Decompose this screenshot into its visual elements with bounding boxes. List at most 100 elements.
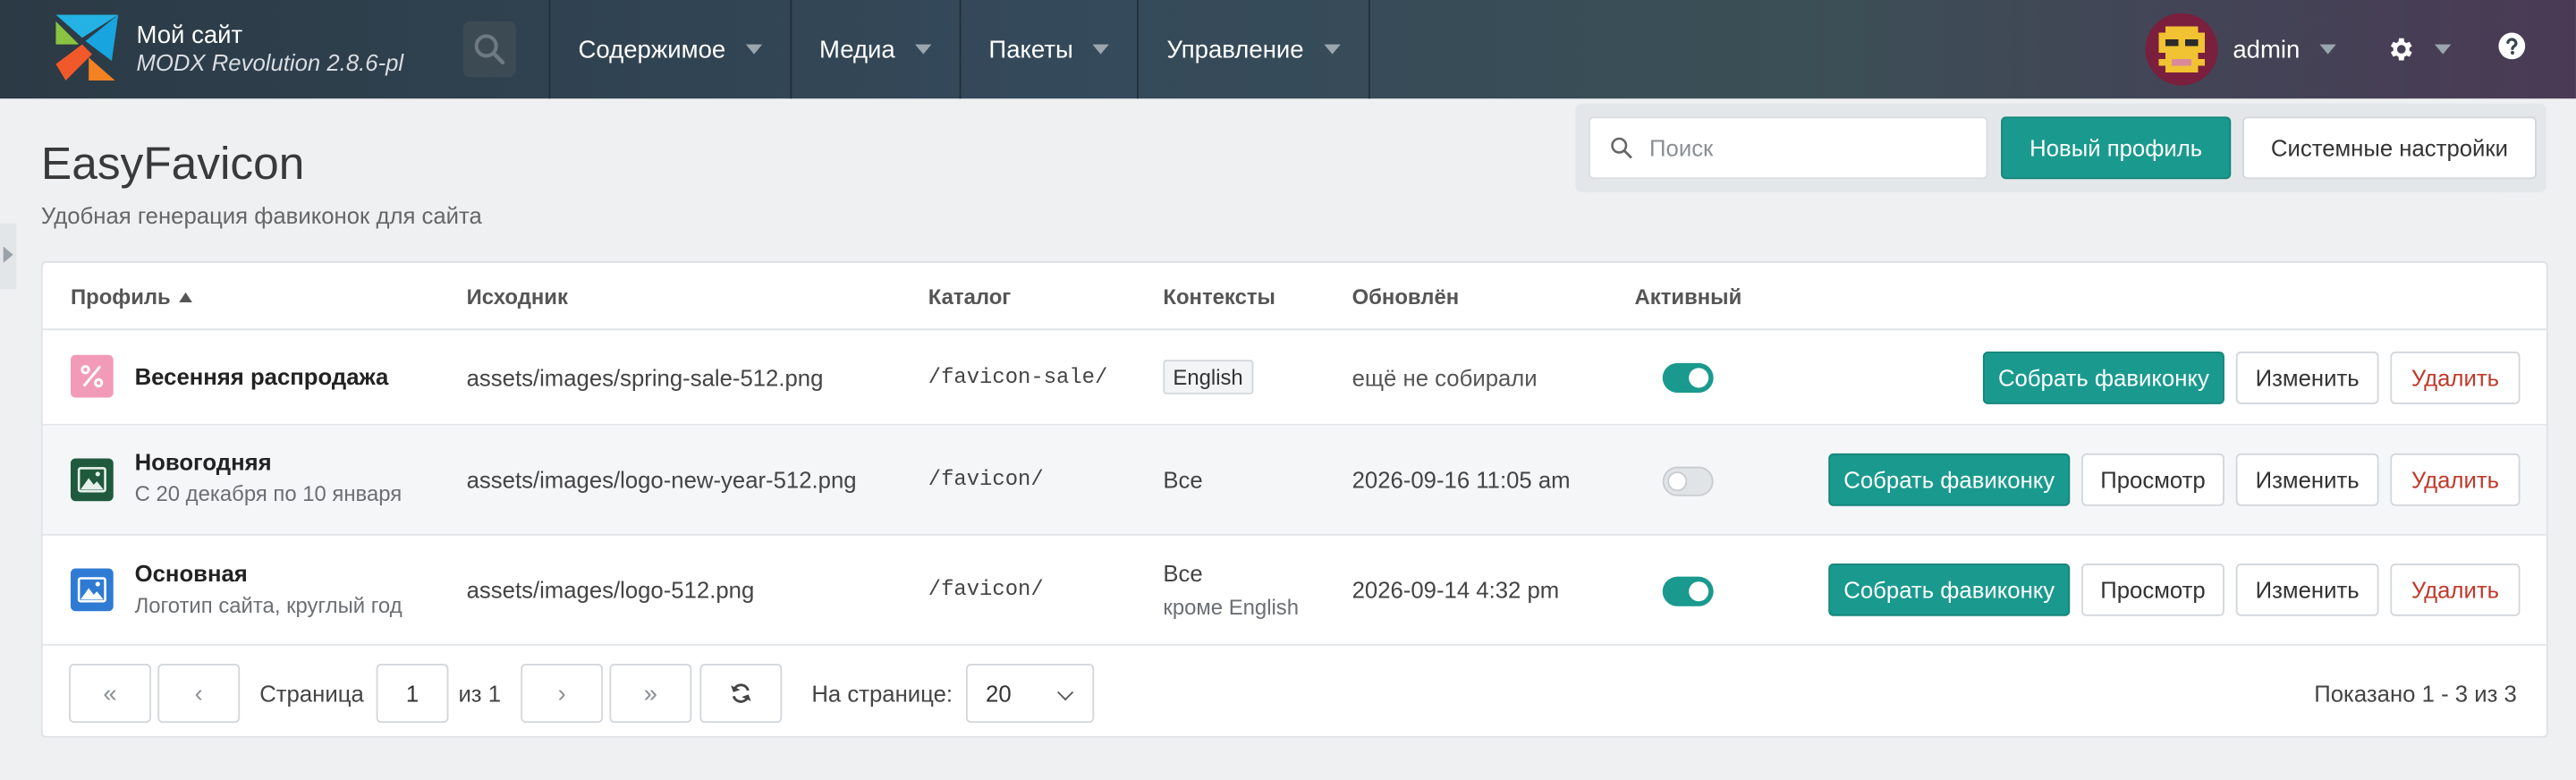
active-toggle[interactable] — [1662, 362, 1714, 393]
landscape-icon — [70, 458, 114, 502]
search-field[interactable] — [1589, 116, 1988, 180]
avatar[interactable] — [2145, 13, 2218, 86]
new-profile-button[interactable]: Новый профиль — [2001, 116, 2232, 180]
image-icon — [70, 568, 114, 612]
profile-contexts: Все — [1163, 560, 1203, 587]
grid-toolbar: Новый профиль Системные настройки — [1575, 103, 2546, 192]
build-favicon-button[interactable]: Собрать фавиконку — [1828, 453, 2071, 506]
next-page-button[interactable]: › — [521, 664, 604, 724]
refresh-button[interactable] — [699, 664, 783, 724]
brand[interactable]: Мой сайт MODX Revolution 2.8.6-pl — [0, 0, 463, 98]
modx-version: MODX Revolution 2.8.6-pl — [136, 49, 404, 76]
profile-directory: /favicon-sale/ — [928, 364, 1108, 390]
context-tag: English — [1163, 360, 1253, 394]
caret-down-icon — [1323, 44, 1341, 55]
profile-updated: 2026-09-16 11:05 am — [1352, 466, 1571, 494]
column-header-profile[interactable]: Профиль — [71, 284, 192, 309]
help-icon — [2498, 31, 2526, 59]
nav-content[interactable]: Содержимое — [548, 0, 789, 99]
table-row[interactable]: Новогодняя С 20 декабря по 10 января ass… — [42, 425, 2546, 536]
nav-label: Пакеты — [988, 35, 1073, 64]
first-page-button[interactable]: « — [69, 664, 151, 724]
profile-directory: /favicon/ — [928, 466, 1044, 492]
page-number-input[interactable]: 1 — [376, 664, 449, 724]
nav-label: Содержимое — [578, 35, 726, 64]
delete-button[interactable]: Удалить — [2390, 563, 2521, 616]
view-button[interactable]: Просмотр — [2081, 453, 2224, 506]
view-button[interactable]: Просмотр — [2081, 563, 2224, 616]
profile-updated: ещё не собирали — [1352, 364, 1538, 392]
profile-description: С 20 декабря по 10 января — [134, 481, 402, 506]
profile-contexts: Все — [1163, 466, 1203, 494]
column-header-updated[interactable]: Обновлён — [1352, 284, 1460, 309]
nav-label: Медиа — [818, 35, 895, 64]
active-toggle[interactable] — [1662, 576, 1714, 606]
column-header-active[interactable]: Активный — [1635, 284, 1742, 309]
delete-button[interactable]: Удалить — [2390, 453, 2521, 506]
search-input[interactable] — [1649, 134, 1962, 161]
sort-ascending-icon — [178, 292, 192, 302]
profile-name: Основная — [134, 560, 248, 587]
profile-source: assets/images/logo-new-year-512.png — [466, 466, 857, 494]
page-subtitle: Удобная генерация фавиконок для сайта — [40, 201, 482, 229]
table-row[interactable]: Весенняя распродажа assets/images/spring… — [42, 330, 2546, 426]
page-count-label: из 1 — [458, 680, 502, 707]
nav-manage[interactable]: Управление — [1137, 0, 1370, 99]
chevron-left-icon: ‹ — [194, 679, 203, 708]
caret-down-icon[interactable] — [2319, 44, 2336, 55]
profile-source: assets/images/logo-512.png — [466, 576, 755, 604]
grid-header: Профиль Исходник Каталог Контексты Обнов… — [42, 263, 2546, 331]
profile-name: Новогодняя — [134, 448, 272, 475]
system-settings-button[interactable]: Системные настройки — [2242, 116, 2537, 180]
column-header-directory[interactable]: Каталог — [928, 284, 1012, 309]
caret-down-icon — [1092, 44, 1110, 55]
caret-down-icon — [2434, 44, 2452, 55]
table-row[interactable]: Основная Логотип сайта, круглый год asse… — [42, 536, 2546, 646]
pagination-bar: « ‹ Страница 1 из 1 › » На странице: 20 … — [43, 646, 2546, 740]
double-chevron-left-icon: « — [103, 679, 117, 708]
caret-down-icon — [745, 44, 762, 55]
last-page-button[interactable]: » — [609, 664, 692, 724]
column-header-source[interactable]: Исходник — [467, 284, 568, 309]
nav-packages[interactable]: Пакеты — [959, 0, 1137, 99]
global-search-button[interactable] — [462, 21, 516, 78]
edit-button[interactable]: Изменить — [2235, 352, 2379, 404]
top-bar: Мой сайт MODX Revolution 2.8.6-pl Содерж… — [0, 0, 2576, 99]
username[interactable]: admin — [2233, 35, 2300, 63]
chevron-right-icon: › — [557, 679, 566, 708]
double-chevron-right-icon: » — [643, 679, 657, 708]
gear-icon — [2390, 38, 2412, 61]
search-icon — [1611, 137, 1632, 159]
site-name: Мой сайт — [136, 21, 243, 50]
user-area: admin — [2145, 0, 2576, 98]
build-favicon-button[interactable]: Собрать фавиконку — [1828, 563, 2071, 616]
active-toggle[interactable] — [1662, 466, 1714, 496]
search-icon — [474, 34, 505, 64]
modx-logo-icon — [49, 14, 119, 84]
edit-button[interactable]: Изменить — [2235, 563, 2379, 616]
column-header-contexts[interactable]: Контексты — [1163, 284, 1275, 309]
profile-updated: 2026-09-14 4:32 pm — [1352, 576, 1560, 604]
caret-down-icon — [914, 44, 932, 55]
sidebar-toggle[interactable] — [0, 223, 17, 290]
percent-icon — [70, 354, 114, 398]
profile-name: Весенняя распродажа — [134, 362, 389, 390]
prev-page-button[interactable]: ‹ — [157, 664, 241, 724]
page-label: Страница — [259, 680, 364, 707]
settings-menu[interactable] — [2385, 35, 2452, 64]
page-title: EasyFavicon — [40, 138, 305, 190]
delete-button[interactable]: Удалить — [2390, 352, 2521, 404]
profile-contexts-exception: кроме English — [1163, 594, 1300, 620]
chevron-down-icon — [1057, 684, 1074, 701]
profile-directory: /favicon/ — [928, 576, 1044, 602]
per-page-select[interactable]: 20 — [965, 664, 1095, 724]
build-favicon-button[interactable]: Собрать фавиконку — [1982, 352, 2224, 404]
nav-media[interactable]: Медиа — [789, 0, 959, 99]
help-button[interactable] — [2497, 30, 2527, 68]
pagination-summary: Показано 1 - 3 из 3 — [2314, 680, 2517, 707]
edit-button[interactable]: Изменить — [2235, 453, 2379, 506]
nav-label: Управление — [1166, 35, 1304, 64]
per-page-label: На странице: — [811, 680, 953, 707]
top-navigation: Содержимое Медиа Пакеты Управление — [548, 0, 1370, 99]
refresh-icon — [731, 683, 751, 703]
